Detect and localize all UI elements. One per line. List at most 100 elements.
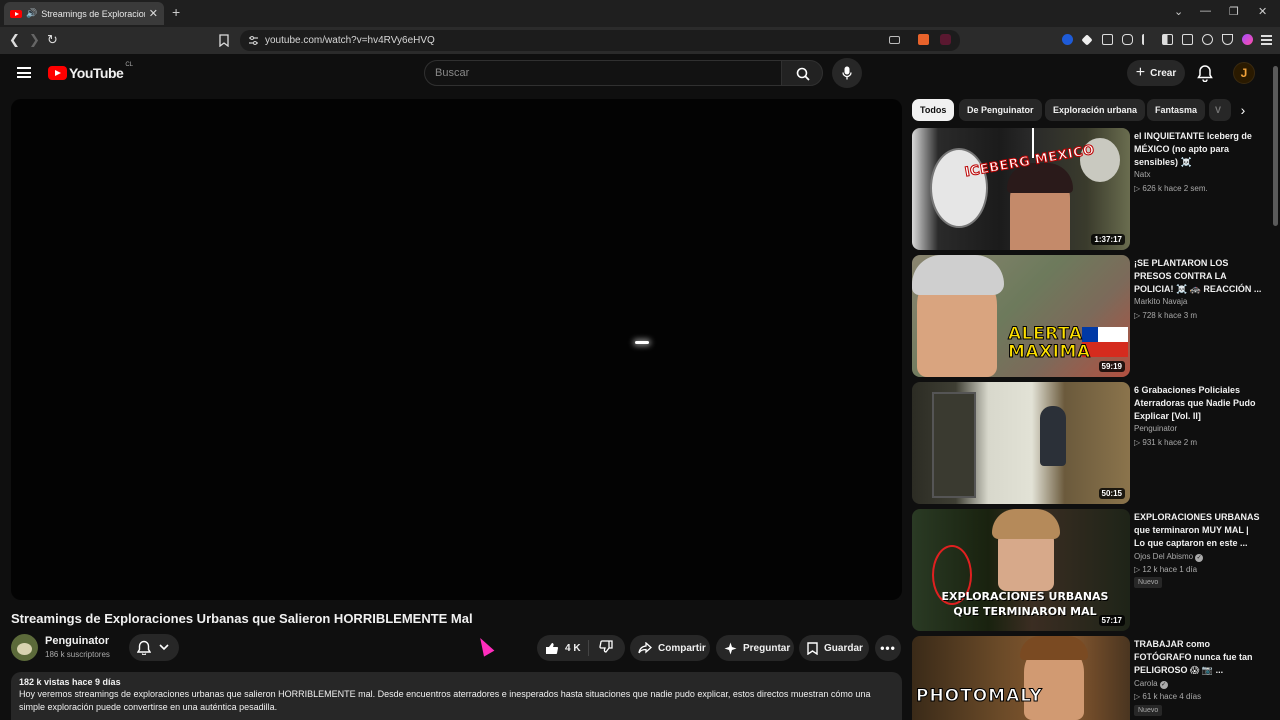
browser-tab-bar: 🔊 Streamings de Exploraciones Urbanas ✕ … [0,0,1280,27]
back-icon[interactable]: ❮ [9,32,20,48]
recommendation-item[interactable]: EXPLORACIONES URBANAS QUE TERMINARON MAL… [912,509,1264,631]
recommendation-channel[interactable]: Ojos Del Abismo ✓ [1134,552,1204,562]
url-field[interactable]: youtube.com/watch?v=hv4RVy6eHVQ [240,30,960,51]
recommendation-title[interactable]: 6 Grabaciones Policiales Aterradoras que… [1134,384,1262,423]
guide-menu-icon[interactable] [17,67,31,78]
share-button[interactable]: Compartir [630,635,710,661]
chip-exploracion-urbana[interactable]: Exploración urbana [1045,99,1146,121]
recommendation-channel[interactable]: Carola ✓ [1134,679,1168,689]
wallet-icon[interactable] [1182,34,1193,45]
thumbnail-hair-graphic [1020,636,1088,660]
brave-shield-icon[interactable] [918,34,929,45]
video-duration: 50:15 [1098,488,1125,499]
like-count: 4 K [565,642,581,654]
forward-icon[interactable]: ❯ [29,32,40,48]
bookmark-icon[interactable] [219,34,229,47]
notifications-bell-icon[interactable] [1197,64,1213,82]
extension-grid-icon[interactable] [1102,34,1113,45]
new-tab-icon[interactable]: + [172,4,180,20]
recommendation-title[interactable]: EXPLORACIONES URBANAS que terminaron MUY… [1134,511,1262,550]
thumbs-down-icon [599,640,613,653]
video-duration: 1:37:17 [1091,234,1125,245]
tab-close-icon[interactable]: ✕ [149,7,158,20]
recommendation-meta: ▷ 931 k hace 2 m [1134,438,1198,447]
subscription-bell-button[interactable] [129,634,179,661]
cast-icon[interactable] [889,36,900,44]
recommendation-thumbnail[interactable]: ALERTA MAXIMA 59:19 [912,255,1130,377]
channel-name-text: Carola [1134,679,1158,688]
chip-de-penguinator[interactable]: De Penguinator [959,99,1042,121]
chip-partial[interactable]: V [1209,99,1231,121]
plus-icon: + [1135,64,1146,81]
recommendation-channel[interactable]: Natx [1134,170,1150,179]
address-bar: ❮ ❯ ↻ youtube.com/watch?v=hv4RVy6eHVQ [0,27,1280,54]
window-close-icon[interactable]: ✕ [1258,5,1267,18]
thumbnail-door-graphic [932,392,976,498]
recommendation-meta: ▷ 626 k hace 2 sem. [1134,184,1208,193]
recommendation-thumbnail[interactable]: ICEBERG MEXICO 1:37:17 [912,128,1130,250]
recommendation-channel[interactable]: Markito Navaja [1134,297,1187,306]
extension-audio-icon[interactable] [1062,34,1073,45]
video-player[interactable] [11,99,902,600]
recommendation-item[interactable]: ALERTA MAXIMA 59:19 ¡SE PLANTARON LOS PR… [912,255,1264,377]
recommendation-title[interactable]: TRABAJAR como FOTÓGRAFO nunca fue tan PE… [1134,638,1262,677]
search-icon [796,67,810,81]
youtube-play-icon [48,66,67,80]
ask-button[interactable]: Preguntar [716,635,794,661]
recommendation-meta: ▷ 12 k hace 1 día [1134,565,1198,574]
channel-name-text: Ojos Del Abismo [1134,552,1194,561]
search-input[interactable]: Buscar [424,60,782,86]
video-duration: 59:19 [1098,361,1125,372]
more-actions-icon[interactable]: ••• [875,635,901,661]
recommendation-title[interactable]: ¡SE PLANTARON LOS PRESOS CONTRA LA POLIC… [1134,257,1262,296]
create-button[interactable]: + Crear [1127,60,1185,86]
logo-text: YouTube [69,65,124,81]
reload-icon[interactable]: ↻ [47,32,58,48]
thumbnail-hair-graphic [992,509,1060,539]
description-box[interactable]: 182 k vistas hace 9 días Hoy veremos str… [11,672,902,720]
chip-todos[interactable]: Todos [912,99,955,121]
recommendation-item[interactable]: PHOTOMALY TRABAJAR como FOTÓGRAFO nunca … [912,636,1264,720]
like-button[interactable]: 4 K [537,640,589,656]
save-button[interactable]: Guardar [799,635,869,661]
recommendation-item[interactable]: 50:15 6 Grabaciones Policiales Aterrador… [912,382,1264,504]
extensions-puzzle-icon[interactable] [1122,34,1133,45]
youtube-logo[interactable]: YouTube CL [48,62,133,81]
page-scrollbar[interactable] [1271,54,1280,720]
mouse-cursor [475,635,495,657]
recommendation-title[interactable]: el INQUIETANTE Iceberg de MÉXICO (no apt… [1134,130,1262,169]
vpn-icon[interactable] [1202,34,1213,45]
description-text: Hoy veremos streamings de exploraciones … [19,689,871,712]
video-title: Streamings de Exploraciones Urbanas que … [11,611,473,626]
thumbnail-face-graphic [930,148,988,228]
search-button[interactable] [781,60,823,86]
recommendation-item[interactable]: ICEBERG MEXICO 1:37:17 el INQUIETANTE Ic… [912,128,1264,250]
rewards-icon[interactable] [940,34,951,45]
account-avatar[interactable]: J [1233,62,1255,84]
scrollbar-thumb[interactable] [1273,66,1278,226]
recommendation-thumbnail[interactable]: EXPLORACIONES URBANAS QUE TERMINARON MAL… [912,509,1130,631]
recommendation-channel[interactable]: Penguinator [1134,424,1177,433]
restore-icon[interactable]: ❐ [1229,5,1239,18]
sidebar-icon[interactable] [1162,34,1173,45]
chip-fantasma[interactable]: Fantasma [1147,99,1206,121]
like-dislike-group: 4 K [537,635,625,661]
tab-list-chevron-icon[interactable]: ⌄ [1174,5,1183,18]
channel-name[interactable]: Penguinator [45,635,109,647]
voice-search-button[interactable] [832,58,862,88]
dislike-button[interactable] [589,640,619,656]
chevron-right-icon[interactable]: › [1234,101,1252,119]
minimize-icon[interactable]: — [1200,5,1211,17]
site-info-icon[interactable] [248,35,259,46]
recommendation-thumbnail[interactable]: PHOTOMALY [912,636,1130,720]
thumbnail-officer-graphic [1040,406,1066,466]
browser-tab[interactable]: 🔊 Streamings de Exploraciones Urbanas ✕ [4,2,164,25]
speaker-icon[interactable]: 🔊 [26,8,37,19]
recommendation-thumbnail[interactable]: 50:15 [912,382,1130,504]
extension-diamond-icon[interactable] [1081,34,1093,46]
shield-icon[interactable] [1222,34,1233,45]
leo-ai-icon[interactable] [1242,34,1253,45]
menu-icon[interactable] [1261,35,1272,45]
channel-avatar[interactable] [11,634,38,661]
media-icon[interactable] [1142,34,1153,45]
